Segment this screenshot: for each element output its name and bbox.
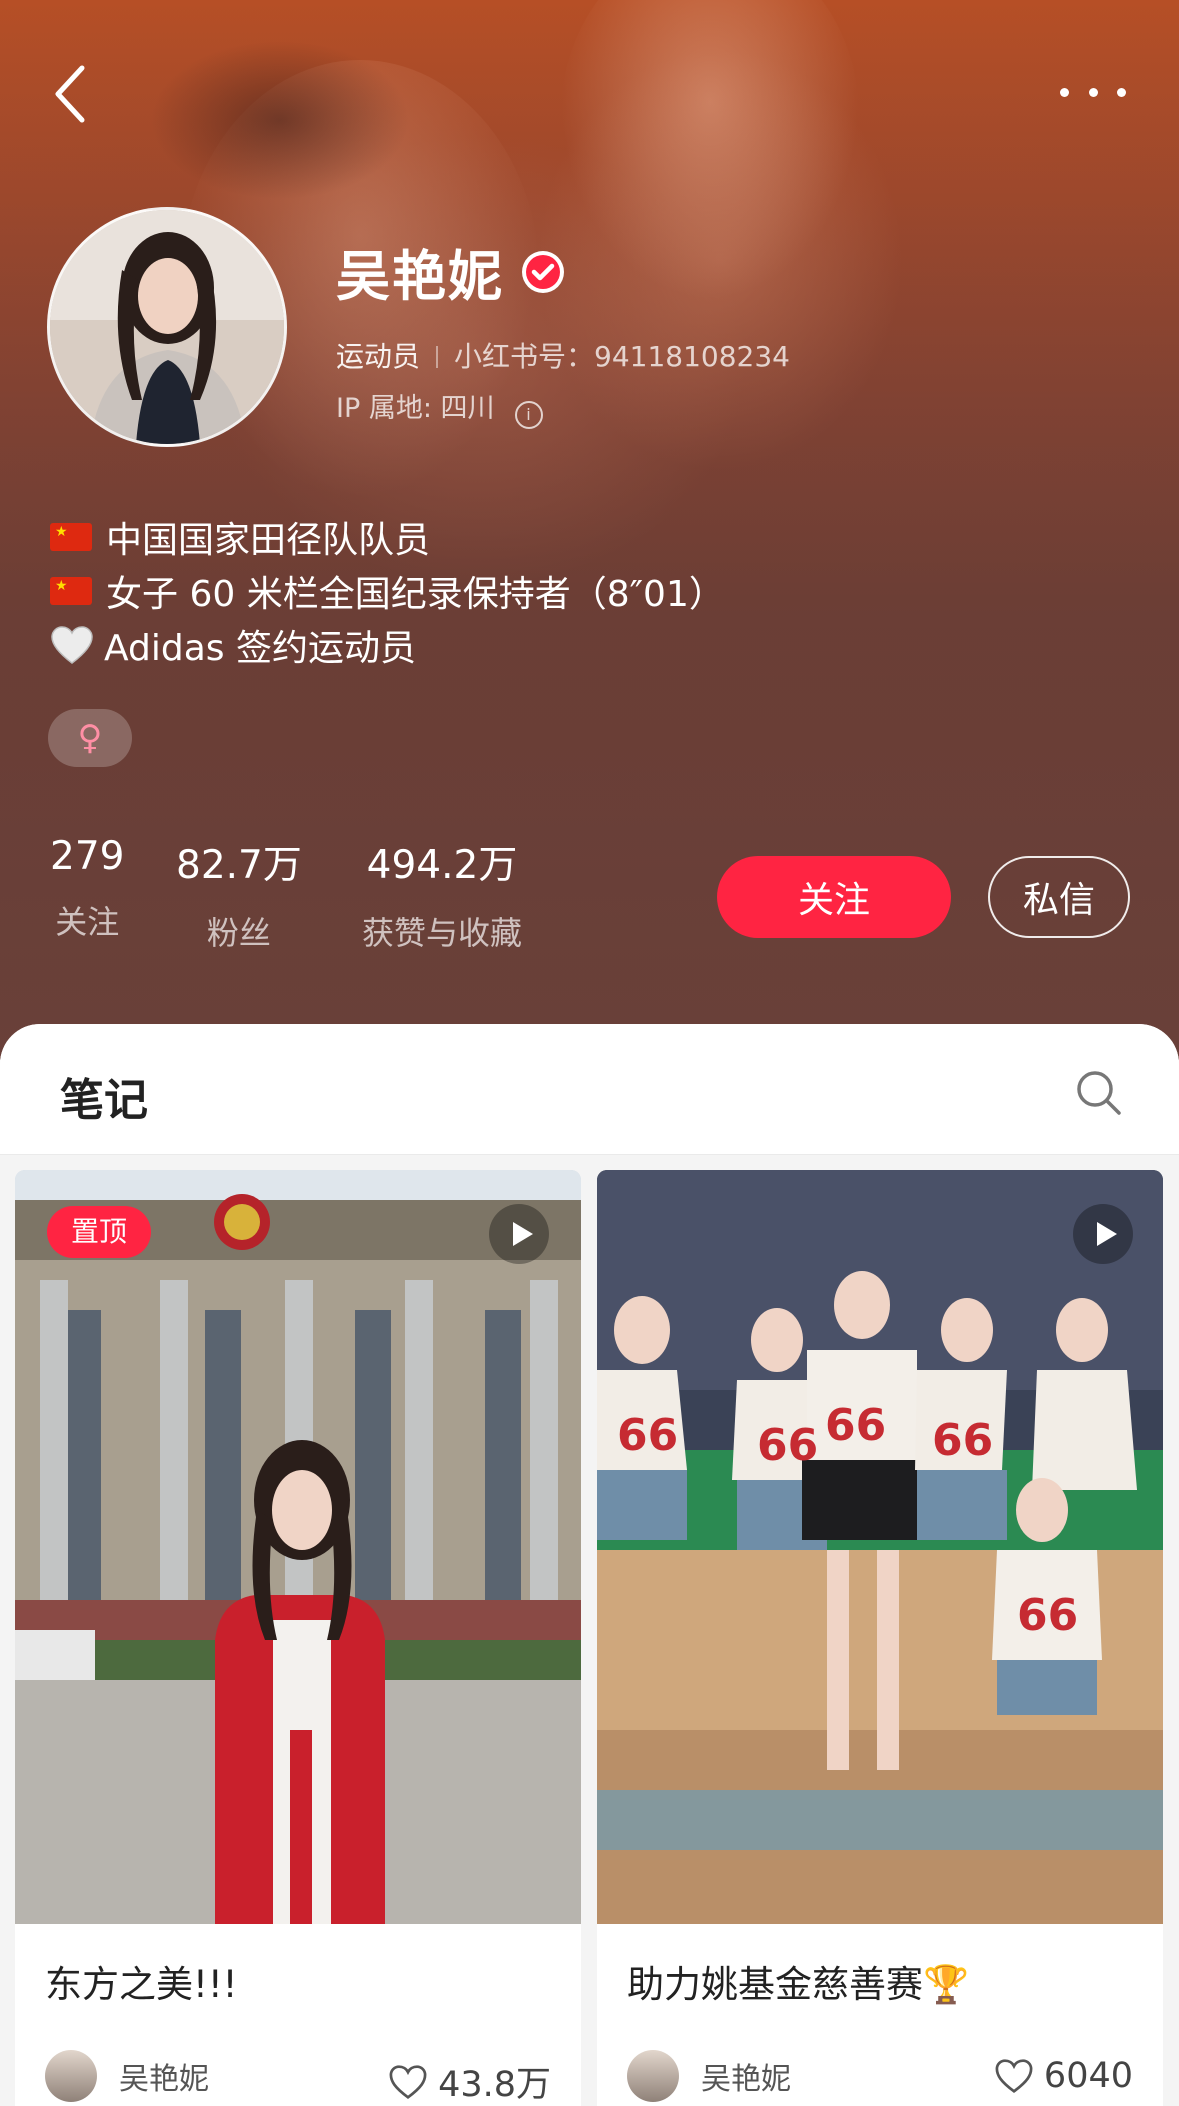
bio-line: 女子 60 米栏全国纪录保持者（8″01） <box>50 564 950 618</box>
ip-location-text: IP 属地: 四川 <box>336 393 495 424</box>
stat-followers[interactable]: 82.7万 粉丝 <box>176 834 302 954</box>
svg-text:66: 66 <box>757 1420 818 1471</box>
redbook-id[interactable]: 94118108234 <box>594 340 790 373</box>
stat-following[interactable]: 279 关注 <box>50 834 124 943</box>
search-button[interactable] <box>1074 1068 1124 1118</box>
svg-text:66: 66 <box>932 1415 993 1466</box>
stat-label: 关注 <box>55 903 120 941</box>
stat-label: 获赞与收藏 <box>362 914 523 952</box>
stat-likes-collections[interactable]: 494.2万 获赞与收藏 <box>362 834 522 954</box>
white-heart-icon <box>51 626 93 664</box>
notes-header: 笔记 <box>0 1024 1179 1155</box>
author-name: 吴艳妮 <box>119 2062 209 2097</box>
note-cover-image[interactable]: 置顶 <box>15 1170 581 1924</box>
more-options-button[interactable] <box>1060 78 1126 106</box>
author-avatar <box>45 2050 97 2102</box>
note-title[interactable]: 助力姚基金慈善赛🏆 <box>627 1954 969 2008</box>
more-dots-icon <box>1088 87 1098 97</box>
bio-text: 中国国家田径队队员 <box>106 520 431 561</box>
play-icon <box>1073 1204 1133 1264</box>
stat-value: 494.2万 <box>366 843 518 888</box>
china-flag-icon <box>50 577 92 605</box>
svg-text:66: 66 <box>1017 1590 1078 1641</box>
message-button[interactable]: 私信 <box>988 856 1130 938</box>
china-flag-icon <box>50 523 92 551</box>
profile-bio: 中国国家田径队队员 女子 60 米栏全国纪录保持者（8″01） Adidas 签… <box>50 510 950 672</box>
occupation-tag: 运动员 <box>336 340 421 373</box>
search-icon <box>1077 1071 1121 1115</box>
stat-label: 粉丝 <box>206 914 271 952</box>
bio-text: 女子 60 米栏全国纪录保持者（8″01） <box>106 574 725 615</box>
pinned-badge: 置顶 <box>47 1206 151 1258</box>
avatar-photo <box>50 210 284 444</box>
verified-badge-icon <box>521 250 565 294</box>
note-card[interactable]: 置顶 东方之美!!! 吴艳妮 43.8万 <box>15 1170 581 2106</box>
divider <box>436 346 439 368</box>
author-avatar <box>627 2050 679 2102</box>
more-dots-icon <box>1060 87 1069 97</box>
ip-location: IP 属地: 四川 i <box>336 386 543 429</box>
play-icon <box>489 1204 549 1264</box>
tab-notes[interactable]: 笔记 <box>60 1064 148 1128</box>
chevron-left-icon <box>55 65 85 123</box>
bio-line: 中国国家田径队队员 <box>50 510 950 564</box>
svg-text:66: 66 <box>617 1410 678 1461</box>
avatar[interactable] <box>47 207 287 447</box>
like-count: 6040 <box>1043 2056 1133 2096</box>
stat-value: 279 <box>50 834 125 879</box>
redbook-id-label: 小红书号： <box>454 340 595 373</box>
svg-text:66: 66 <box>825 1400 886 1451</box>
cover-photo: 66 66 66 66 66 <box>597 1170 1163 1924</box>
author-name: 吴艳妮 <box>701 2062 791 2097</box>
like-button[interactable]: 6040 <box>994 2056 1133 2096</box>
follow-button[interactable]: 关注 <box>717 856 951 938</box>
note-author[interactable]: 吴艳妮 <box>627 2050 791 2102</box>
bio-text: Adidas 签约运动员 <box>104 628 416 669</box>
more-dots-icon <box>1117 87 1126 97</box>
notes-panel: 笔记 置顶 东方之美!!! 吴艳妮 43.8万 66 66 66 66 66 助… <box>0 1024 1179 2106</box>
stat-value: 82.7万 <box>176 843 302 888</box>
info-icon[interactable]: i <box>514 401 543 429</box>
heart-outline-icon <box>389 2064 427 2099</box>
profile-name: 吴艳妮 <box>336 245 504 308</box>
gender-tag: ♀ <box>48 709 132 767</box>
bio-line: Adidas 签约运动员 <box>50 618 950 672</box>
note-author[interactable]: 吴艳妮 <box>45 2050 209 2102</box>
back-button[interactable] <box>50 62 94 126</box>
cover-photo <box>15 1170 581 1924</box>
like-button[interactable]: 43.8万 <box>388 2056 551 2106</box>
profile-meta: 运动员 小红书号：94118108234 <box>336 335 790 375</box>
heart-outline-icon <box>995 2059 1033 2093</box>
like-count: 43.8万 <box>438 2065 551 2105</box>
note-title[interactable]: 东方之美!!! <box>45 1954 238 2008</box>
note-cover-image[interactable]: 66 66 66 66 66 <box>597 1170 1163 1924</box>
note-card[interactable]: 66 66 66 66 66 助力姚基金慈善赛🏆 吴艳妮 6040 <box>597 1170 1163 2106</box>
